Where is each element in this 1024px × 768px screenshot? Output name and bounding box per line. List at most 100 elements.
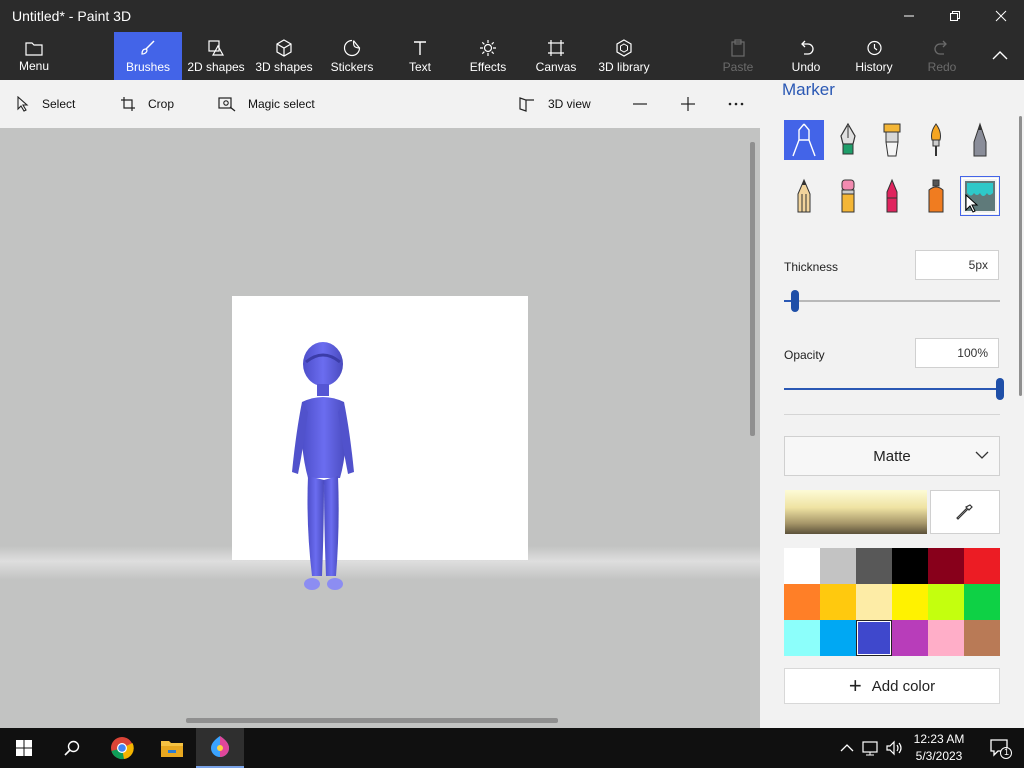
- opacity-input[interactable]: 100%: [915, 338, 999, 368]
- history-button[interactable]: History: [840, 32, 908, 80]
- color-swatch[interactable]: [928, 548, 964, 584]
- redo-button[interactable]: Redo: [908, 32, 976, 80]
- brush-marker[interactable]: [784, 120, 824, 160]
- color-swatch[interactable]: [784, 548, 820, 584]
- brush-pixel-pen[interactable]: [960, 120, 1000, 160]
- panel-title: Marker: [782, 80, 835, 99]
- vertical-scrollbar[interactable]: [750, 142, 755, 436]
- eyedropper-button[interactable]: [930, 490, 1000, 534]
- crayon-icon: [886, 178, 898, 213]
- tab-2d-shapes[interactable]: 2D shapes: [182, 32, 250, 80]
- restore-button[interactable]: [932, 0, 978, 32]
- taskbar-clock[interactable]: 12:23 AM 5/3/2023: [908, 728, 970, 768]
- tab-3d-library-label: 3D library: [598, 59, 650, 74]
- color-swatch[interactable]: [892, 584, 928, 620]
- brush-crayon[interactable]: [872, 176, 912, 216]
- chrome-taskbar-button[interactable]: [98, 728, 146, 768]
- select-button[interactable]: Select: [16, 80, 75, 128]
- color-swatch[interactable]: [928, 620, 964, 656]
- paint3d-taskbar-button[interactable]: [196, 728, 244, 768]
- tab-stickers[interactable]: Stickers: [318, 32, 386, 80]
- color-swatch[interactable]: [820, 548, 856, 584]
- color-swatch[interactable]: [820, 584, 856, 620]
- color-swatch[interactable]: [928, 584, 964, 620]
- tab-canvas[interactable]: Canvas: [522, 32, 590, 80]
- current-color-swatch[interactable]: [785, 490, 927, 534]
- search-icon: [64, 740, 80, 756]
- brush-calligraphy-pen[interactable]: [828, 120, 868, 160]
- minus-icon: [633, 103, 647, 105]
- search-button[interactable]: [48, 728, 96, 768]
- more-options-button[interactable]: [728, 80, 756, 128]
- tab-text[interactable]: Text: [386, 32, 454, 80]
- minimize-button[interactable]: [886, 0, 932, 32]
- zoom-out-button[interactable]: [632, 80, 660, 128]
- finish-value: Matte: [873, 447, 911, 465]
- color-swatch[interactable]: [892, 548, 928, 584]
- action-center-button[interactable]: 1: [976, 728, 1024, 768]
- canvas-workspace[interactable]: [0, 128, 760, 728]
- windows-logo-icon: [16, 740, 32, 756]
- paint3d-icon: [211, 736, 229, 757]
- thickness-input[interactable]: 5px: [915, 250, 999, 280]
- color-swatch[interactable]: [964, 620, 1000, 656]
- color-swatch[interactable]: [784, 620, 820, 656]
- add-color-button[interactable]: + Add color: [784, 668, 1000, 704]
- tab-3d-library[interactable]: 3D library: [590, 32, 658, 80]
- brush-pencil[interactable]: [784, 176, 824, 216]
- magic-select-label: Magic select: [248, 97, 315, 111]
- color-swatch[interactable]: [964, 548, 1000, 584]
- zoom-in-button[interactable]: [680, 80, 708, 128]
- menu-button[interactable]: Menu: [0, 32, 68, 80]
- opacity-slider[interactable]: [784, 378, 1004, 400]
- chevron-up-icon: [992, 50, 1008, 59]
- 3d-view-toggle[interactable]: 3D view: [518, 80, 591, 128]
- paste-button[interactable]: Paste: [704, 32, 772, 80]
- tab-brushes[interactable]: Brushes: [114, 32, 182, 80]
- volume-icon[interactable]: [884, 740, 906, 756]
- brush-eraser[interactable]: [828, 176, 868, 216]
- mouse-cursor-icon: [965, 194, 979, 213]
- close-button[interactable]: [978, 0, 1024, 32]
- eyedropper-icon: [956, 504, 973, 520]
- oil-brush-icon: [883, 123, 901, 157]
- tab-brushes-label: Brushes: [125, 59, 171, 74]
- canvas-sheet[interactable]: [232, 296, 528, 560]
- thickness-slider-thumb[interactable]: [790, 290, 799, 312]
- thickness-slider[interactable]: [784, 290, 1000, 312]
- 3d-view-label: 3D view: [548, 97, 591, 111]
- file-explorer-taskbar-button[interactable]: [148, 728, 196, 768]
- collapse-ribbon-button[interactable]: [976, 32, 1024, 80]
- color-swatch[interactable]: [964, 584, 1000, 620]
- color-swatch[interactable]: [892, 620, 928, 656]
- color-swatch[interactable]: [856, 584, 892, 620]
- crop-button[interactable]: Crop: [120, 80, 174, 128]
- color-swatch[interactable]: [856, 548, 892, 584]
- magic-select-button[interactable]: Magic select: [218, 80, 315, 128]
- finish-dropdown[interactable]: Matte: [784, 436, 1000, 476]
- redo-label: Redo: [927, 59, 957, 74]
- calligraphy-pen-icon: [840, 122, 856, 155]
- brush-spray-can[interactable]: [916, 176, 956, 216]
- undo-button[interactable]: Undo: [772, 32, 840, 80]
- brush-watercolor[interactable]: [916, 120, 956, 160]
- tab-3d-shapes[interactable]: 3D shapes: [250, 32, 318, 80]
- brush-oil[interactable]: [872, 120, 912, 160]
- opacity-slider-thumb[interactable]: [996, 378, 1004, 400]
- color-swatch[interactable]: [784, 584, 820, 620]
- network-icon[interactable]: [860, 740, 882, 756]
- panel-scrollbar[interactable]: [1019, 116, 1022, 396]
- horizontal-scrollbar[interactable]: [186, 718, 558, 723]
- color-swatch[interactable]: [820, 620, 856, 656]
- tab-effects[interactable]: Effects: [454, 32, 522, 80]
- window-controls: [886, 0, 1024, 32]
- divider: [784, 414, 1000, 415]
- 3d-model-figure[interactable]: [284, 340, 364, 592]
- pixel-pen-icon: [973, 122, 987, 157]
- tab-stickers-label: Stickers: [330, 59, 374, 74]
- canvas-icon: [548, 39, 564, 56]
- color-swatch[interactable]: [856, 620, 892, 656]
- chevron-up-icon[interactable]: [836, 742, 858, 754]
- start-button[interactable]: [0, 728, 48, 768]
- crop-icon: [121, 97, 135, 111]
